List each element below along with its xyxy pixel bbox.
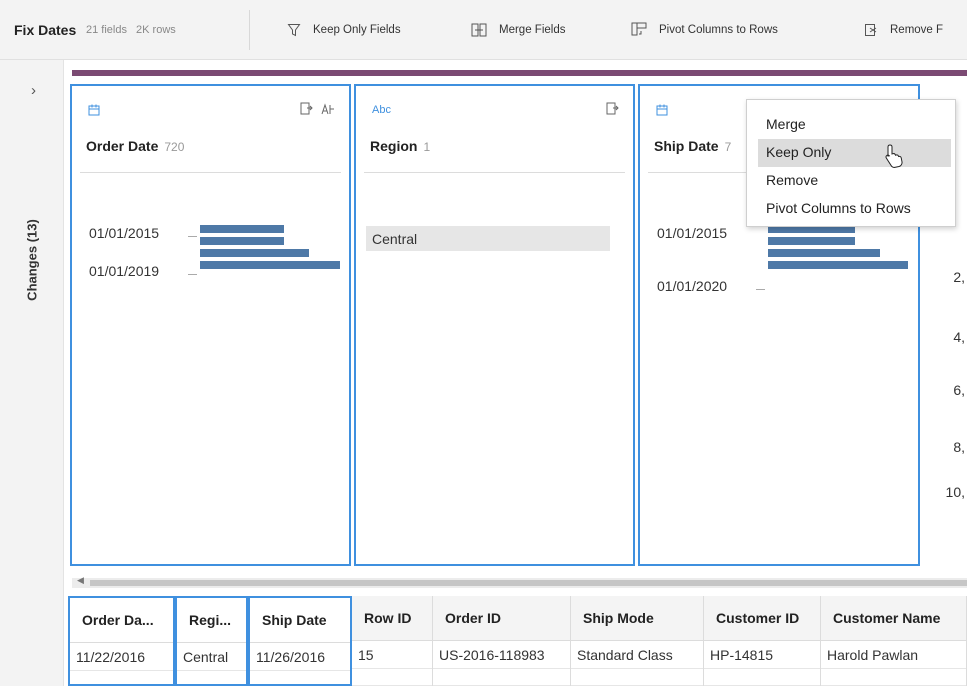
remove-field-icon[interactable] [300,102,313,118]
pivot-icon [631,22,647,38]
axis-value: 4, [953,329,965,345]
grid-cell[interactable]: 15 [352,641,432,669]
grid-column[interactable]: Customer Name Harold Pawlan [821,596,967,686]
grid-cell-partial [821,669,966,686]
menu-item-keep-only[interactable]: Keep Only [758,139,951,167]
fields-count: 21 fields [86,24,127,36]
field-name: Order Date 720 [86,138,185,154]
column-header[interactable]: Ship Date [250,598,350,643]
filter-icon [287,23,301,37]
distinct-count: 720 [164,140,185,154]
scroll-left-icon[interactable]: ◀ [77,575,84,586]
card-divider [80,172,341,173]
changes-label[interactable]: Changes (13) [25,219,40,301]
grid-cell[interactable]: HP-14815 [704,641,820,669]
step-color-strip [72,70,967,76]
data-grid: Order Da... 11/22/2016 Regi... Central Ship … [68,596,967,686]
grid-cell-partial [352,669,432,686]
bin-label: 01/01/2020 [657,278,728,294]
histogram-bar[interactable] [200,261,340,269]
category-bar[interactable]: Central [366,226,610,251]
histogram-bar[interactable] [200,225,284,233]
profile-card-region[interactable]: Abc Region 1 Central [354,84,635,566]
grid-cell[interactable]: 11/22/2016 [70,643,173,671]
axis-value: 2, [953,269,965,285]
histogram-bar[interactable] [768,249,880,257]
axis-value: 8, [953,439,965,455]
keep-only-fields-button[interactable]: Keep Only Fields [287,18,401,42]
merge-icon [471,23,487,37]
step-stats: 21 fields 2K rows [86,24,176,36]
grid-column[interactable]: Ship Date 11/26/2016 [248,596,352,686]
bin-label: 01/01/2015 [89,225,160,241]
grid-column[interactable]: Ship Mode Standard Class [571,596,704,686]
grid-cell[interactable]: Central [177,643,246,671]
grid-cell-partial [250,671,350,686]
grid-column[interactable]: Regi... Central [175,596,248,686]
axis-value: 6, [953,382,965,398]
grid-cell-partial [704,669,820,686]
merge-fields-button[interactable]: Merge Fields [471,18,565,42]
grid-cell[interactable]: Standard Class [571,641,703,669]
column-header[interactable]: Row ID [352,596,432,641]
grid-column[interactable]: Order ID US-2016-118983 [433,596,571,686]
rename-field-icon[interactable] [320,102,335,118]
scrollbar-thumb[interactable] [90,580,967,586]
card-header-icons [300,102,335,118]
calendar-icon [656,104,668,119]
grid-cell-partial [177,671,246,686]
bin-label: 01/01/2015 [657,225,728,241]
toolbar: Fix Dates 21 fields 2K rows Keep Only Fi… [0,0,967,60]
histogram-bar[interactable] [768,237,855,245]
grid-cell[interactable]: Harold Pawlan [821,641,966,669]
grid-cell[interactable]: US-2016-118983 [433,641,570,669]
toolbar-divider [249,10,250,50]
menu-item-remove[interactable]: Remove [747,167,955,195]
field-name: Region 1 [370,138,431,154]
column-header[interactable]: Customer Name [821,596,966,641]
card-divider [364,172,625,173]
calendar-icon [88,104,100,119]
histogram-bar[interactable] [768,261,908,269]
axis-tick [188,274,197,275]
column-header[interactable]: Order Da... [70,598,173,643]
column-header[interactable]: Order ID [433,596,570,641]
grid-cell-partial [571,669,703,686]
grid-column[interactable]: Row ID 15 [352,596,433,686]
bin-label: 01/01/2019 [89,263,160,279]
pivot-columns-to-rows-button[interactable]: Pivot Columns to Rows [631,18,778,42]
grid-column[interactable]: Customer ID HP-14815 [704,596,821,686]
histogram-bar[interactable] [200,249,309,257]
menu-item-pivot-columns-to-rows[interactable]: Pivot Columns to Rows [747,195,955,223]
remove-fields-button[interactable]: Remove F [864,18,943,42]
remove-field-icon[interactable] [606,102,619,118]
card-header-icons [606,102,619,118]
changes-panel[interactable]: › Changes (13) [0,60,64,686]
distinct-count: 1 [423,140,431,154]
axis-tick [188,236,197,237]
context-menu: Merge Keep Only Remove Pivot Columns to … [746,99,956,227]
field-name: Ship Date 7 [654,138,732,154]
column-header[interactable]: Ship Mode [571,596,703,641]
axis-value: 10, [945,484,965,500]
grid-column[interactable]: Order Da... 11/22/2016 [68,596,175,686]
mouse-cursor-icon [883,143,905,172]
category-label: Central [372,231,418,247]
axis-tick [756,289,765,290]
chevron-right-icon[interactable]: › [31,82,36,99]
grid-cell[interactable]: 11/26/2016 [250,643,350,671]
column-header[interactable]: Customer ID [704,596,820,641]
step-title: Fix Dates [14,22,77,38]
grid-cell-partial [433,669,570,686]
abc-icon: Abc [372,104,391,116]
distinct-count: 7 [724,140,732,154]
remove-field-icon [864,23,878,37]
menu-item-merge[interactable]: Merge [747,111,955,139]
grid-cell-partial [70,671,173,686]
profile-card-order-date[interactable]: Order Date 720 01/01/2015 01/01/2019 [70,84,351,566]
rows-count: 2K rows [136,24,176,36]
histogram-bar[interactable] [200,237,284,245]
horizontal-scrollbar[interactable]: ◀ [72,575,967,588]
column-header[interactable]: Regi... [177,598,246,643]
